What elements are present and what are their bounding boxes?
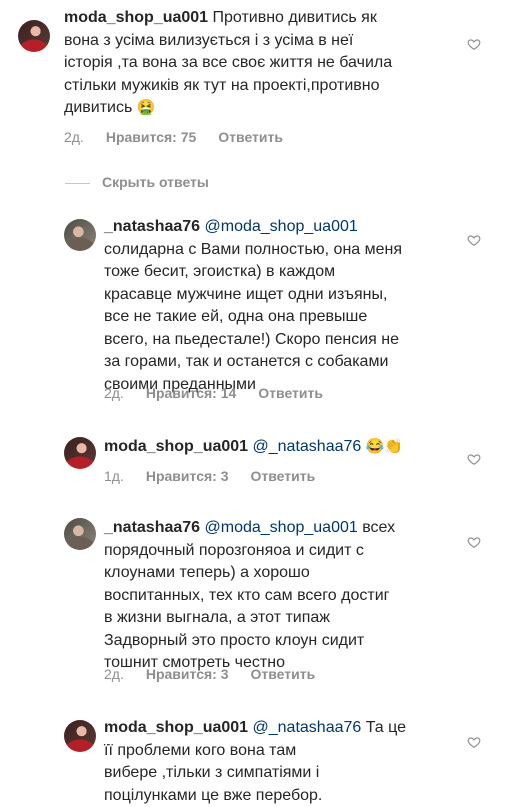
hide-replies-button[interactable]: Скрыть ответы — [65, 174, 209, 190]
divider — [65, 182, 90, 184]
comment-username[interactable]: moda_shop_ua001 — [104, 438, 248, 455]
comment-username[interactable]: _natashaa76 — [104, 519, 200, 536]
reply-button[interactable]: Ответить — [251, 666, 316, 682]
mention-link[interactable]: @moda_shop_ua001 — [205, 519, 358, 536]
reply-button[interactable]: Ответить — [218, 129, 283, 145]
comment-text-line: вона з усіма вилизується і з усіма в неї — [64, 31, 354, 49]
comment-username[interactable]: moda_shop_ua001 — [104, 719, 248, 736]
reply-button[interactable]: Ответить — [258, 385, 323, 401]
comment-text-line: історія ,та вона за все своє життя не ба… — [64, 54, 393, 71]
emoji: 🤮 — [136, 99, 156, 116]
comment-text: всех — [357, 519, 396, 536]
comment-text-line: вибере ,тільки з симпатіями і — [104, 764, 320, 781]
reply-button[interactable]: Ответить — [251, 468, 316, 484]
comment-text-line: красавце мужчине ищет одни изъяны, — [104, 285, 388, 303]
comment-meta: 2д. Нравится: 3 Ответить — [104, 666, 337, 682]
likes-count[interactable]: Нравится: 3 — [146, 468, 229, 484]
timestamp[interactable]: 2д. — [104, 385, 124, 401]
comment-text-line: поцілунками це вже перебор. — [104, 786, 323, 804]
comment-text-line: всего, на пьедестале!) Скоро пенсия не — [104, 330, 400, 348]
likes-count[interactable]: Нравится: 75 — [106, 129, 196, 145]
heart-outline-icon[interactable] — [467, 233, 481, 247]
hide-replies-label: Скрыть ответы — [102, 174, 209, 190]
avatar[interactable] — [18, 20, 50, 52]
timestamp[interactable]: 2д. — [64, 129, 84, 145]
heart-outline-icon[interactable] — [467, 37, 481, 51]
comment-body: moda_shop_ua001 @_natashaa76 😂👏 — [104, 436, 464, 459]
comment-body: _natashaa76 @moda_shop_ua001 всех порядо… — [104, 517, 464, 675]
comment-text-line: Задворный это просто клоун сидит — [104, 631, 365, 649]
mention-link[interactable]: @_natashaa76 — [253, 438, 362, 455]
comment-text-line: солидарна с Вами полностью, она меня — [104, 240, 403, 258]
timestamp[interactable]: 2д. — [104, 666, 124, 682]
mention-link[interactable]: @moda_shop_ua001 — [205, 218, 358, 235]
emoji: 😂👏 — [365, 438, 404, 455]
comment-text-line: дивитись — [64, 99, 133, 116]
comment-body: moda_shop_ua001 Противно дивитись як вон… — [64, 7, 459, 120]
mention-link[interactable]: @_natashaa76 — [253, 719, 362, 736]
comment-meta: 2д. Нравится: 14 Ответить — [104, 385, 345, 401]
heart-outline-icon[interactable] — [467, 735, 481, 749]
comment-text-line: воспитанных, тех кто сам всего достиг — [104, 586, 390, 604]
likes-count[interactable]: Нравится: 3 — [146, 666, 229, 682]
comment-text-line: порядочный порозгоняоа и сидит с — [104, 541, 364, 559]
heart-outline-icon[interactable] — [467, 452, 481, 466]
comment-text-line: її проблеми кого вона там — [104, 741, 297, 759]
comment-text: Противно дивитись як — [208, 9, 377, 26]
avatar[interactable] — [64, 518, 96, 550]
comment-text-line: стільки мужиків як тут на проекті,против… — [64, 76, 380, 94]
comment-text-line: за горами, так и останется с собаками — [104, 353, 389, 370]
avatar[interactable] — [64, 437, 96, 469]
comment-meta: 2д. Нравится: 75 Ответить — [64, 129, 305, 145]
comment-text-line: в жизни выгнала, а этот типаж — [104, 609, 330, 626]
likes-count[interactable]: Нравится: 14 — [146, 385, 236, 401]
comment-text-line: все не такие ей, одна она превыше — [104, 308, 368, 325]
avatar[interactable] — [64, 219, 96, 251]
heart-outline-icon[interactable] — [467, 535, 481, 549]
comment-meta: 1д. Нравится: 3 Ответить — [104, 468, 337, 484]
comment-body: moda_shop_ua001 @_natashaa76 Та це її пр… — [104, 717, 464, 807]
comment-username[interactable]: _natashaa76 — [104, 218, 200, 235]
avatar[interactable] — [64, 720, 96, 752]
comment-body: _natashaa76 @moda_shop_ua001 солидарна с… — [104, 216, 464, 396]
timestamp[interactable]: 1д. — [104, 468, 124, 484]
comment-username[interactable]: moda_shop_ua001 — [64, 9, 208, 26]
comment-text-line: тоже бесит, эгоистка) в каждом — [104, 263, 336, 280]
comment-text: Та це — [361, 719, 407, 736]
comment-text-line: клоунами теперь) а хорошо — [104, 564, 310, 581]
